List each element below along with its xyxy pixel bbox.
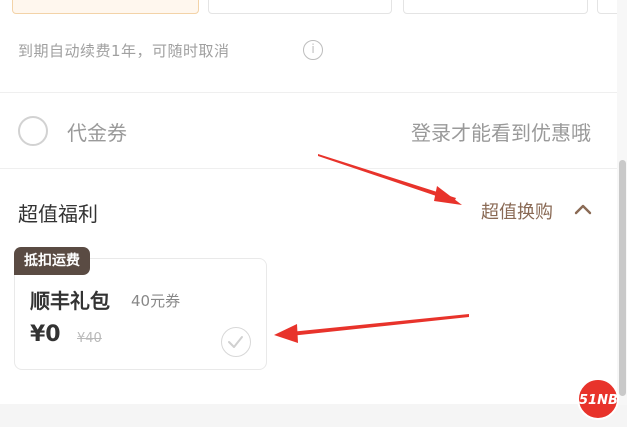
annotation-arrow-1 xyxy=(318,154,462,205)
offer-original-price: ¥40 xyxy=(77,331,102,346)
scrollbar-thumb[interactable] xyxy=(619,160,626,396)
offer-price: ¥0 xyxy=(30,322,61,347)
plan-option-3[interactable] xyxy=(403,0,588,14)
footer-band xyxy=(0,404,627,427)
plan-option-2[interactable] xyxy=(208,0,392,14)
divider xyxy=(0,168,617,169)
check-icon xyxy=(228,336,243,348)
login-hint[interactable]: 登录才能看到优惠哦 xyxy=(411,117,591,146)
offer-subtitle: 40元券 xyxy=(131,292,181,310)
voucher-label: 代金券 xyxy=(67,121,127,145)
plan-option-1[interactable] xyxy=(12,0,199,14)
divider xyxy=(0,92,617,93)
select-check-icon[interactable] xyxy=(221,327,251,357)
benefits-title: 超值福利 xyxy=(18,202,98,226)
voucher-radio[interactable] xyxy=(18,116,48,146)
site-watermark-logo: 51NB xyxy=(577,378,619,420)
chevron-up-icon[interactable] xyxy=(574,203,592,215)
deal-link[interactable]: 超值换购 xyxy=(481,198,553,224)
auto-renew-notice: 到期自动续费1年，可随时取消 xyxy=(18,42,230,60)
shipping-badge: 抵扣运费 xyxy=(14,247,90,275)
offer-title: 顺丰礼包 xyxy=(30,289,110,313)
info-icon[interactable]: i xyxy=(303,40,323,60)
annotation-arrow-2 xyxy=(274,314,469,343)
